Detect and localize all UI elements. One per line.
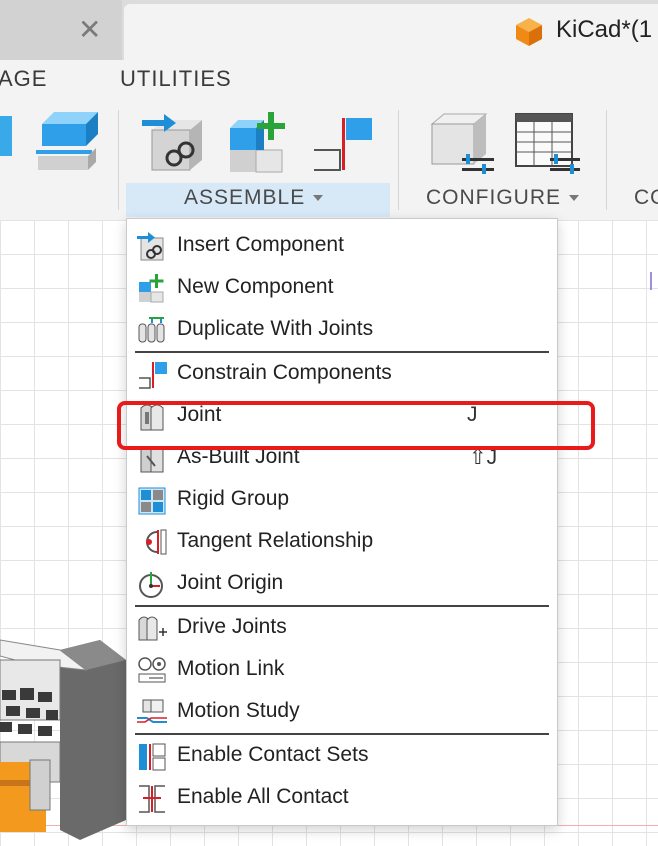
menu-item-joint-origin[interactable]: Joint Origin (127, 563, 557, 605)
drive-joints-icon (138, 616, 167, 641)
menu-item-motion-study[interactable]: Motion Study (127, 691, 557, 733)
menu-item-label: Joint Origin (177, 571, 284, 594)
constrain-components-tool-icon[interactable] (312, 112, 378, 176)
constrain-components-icon (139, 362, 167, 389)
surface-tool-icon[interactable] (32, 110, 100, 176)
caret-down-icon (569, 195, 579, 202)
menu-item-label: Enable Contact Sets (177, 743, 369, 766)
partial-tool-icon[interactable] (0, 112, 14, 160)
next-group-label[interactable]: CO (634, 186, 658, 210)
joint-origin-icon (139, 572, 163, 598)
menu-item-rigid-group[interactable]: Rigid Group (127, 479, 557, 521)
joint-highlight-annotation (117, 401, 595, 450)
caret-down-icon (313, 195, 324, 202)
menu-item-label: Motion Study (177, 699, 300, 722)
axis-z-indicator-icon (650, 272, 658, 290)
assemble-menu: Insert Component New Component Duplicate… (126, 218, 558, 826)
new-component-tool-icon[interactable] (226, 110, 296, 176)
menu-item-enable-all-contact[interactable]: Enable All Contact (127, 777, 557, 819)
insert-component-icon (137, 232, 164, 261)
menu-item-drive-joints[interactable]: Drive Joints (127, 607, 557, 649)
motion-study-icon (137, 699, 167, 723)
menu-item-motion-link[interactable]: Motion Link (127, 649, 557, 691)
motion-link-icon (138, 657, 166, 683)
menu-item-label: Drive Joints (177, 615, 287, 638)
menu-item-label: Motion Link (177, 657, 285, 680)
3d-model (0, 639, 126, 840)
rigid-group-icon (138, 487, 166, 515)
ribbon-separator (398, 110, 399, 210)
tab-utilities[interactable]: UTILITIES (120, 66, 232, 92)
inactive-tab[interactable]: ✕ (0, 0, 122, 60)
menu-item-label: Insert Component (177, 233, 344, 256)
tangent-relationship-icon (146, 529, 167, 555)
document-title: KiCad*(1 (556, 16, 653, 43)
ribbon-separator (606, 110, 607, 210)
duplicate-with-joints-icon (138, 317, 165, 343)
assemble-dropdown[interactable]: ASSEMBLE (184, 186, 324, 210)
menu-item-label: Tangent Relationship (177, 529, 374, 552)
close-icon[interactable]: ✕ (78, 14, 101, 46)
ribbon-separator (118, 110, 119, 210)
configure-dropdown[interactable]: CONFIGURE (426, 186, 579, 210)
new-component-icon (139, 274, 164, 303)
menu-item-label: New Component (177, 275, 334, 298)
menu-item-label: Duplicate With Joints (177, 317, 374, 340)
active-tab[interactable]: KiCad*(1 (124, 4, 658, 60)
insert-component-tool-icon[interactable] (140, 110, 210, 176)
menu-item-label: Rigid Group (177, 487, 290, 510)
component-cube-icon (516, 18, 542, 46)
enable-contact-sets-icon (139, 743, 166, 771)
enable-all-contact-icon (139, 785, 165, 813)
configuration-table-tool-icon[interactable] (512, 110, 582, 176)
menu-item-label: Constrain Components (177, 361, 392, 384)
menu-item-enable-contact-sets[interactable]: Enable Contact Sets (127, 735, 557, 777)
menu-item-duplicate-with-joints[interactable]: Duplicate With Joints (127, 309, 557, 351)
configure-tool-icon[interactable] (426, 110, 500, 176)
menu-item-constrain-components[interactable]: Constrain Components (127, 353, 557, 395)
menu-item-new-component[interactable]: New Component (127, 267, 557, 309)
tab-manage[interactable]: AGE (0, 66, 47, 92)
menu-item-tangent-relationship[interactable]: Tangent Relationship (127, 521, 557, 563)
tab-bar: ✕ KiCad*(1 (0, 0, 658, 60)
menu-item-label: Enable All Contact (177, 785, 349, 808)
menu-item-insert-component[interactable]: Insert Component (127, 225, 557, 267)
